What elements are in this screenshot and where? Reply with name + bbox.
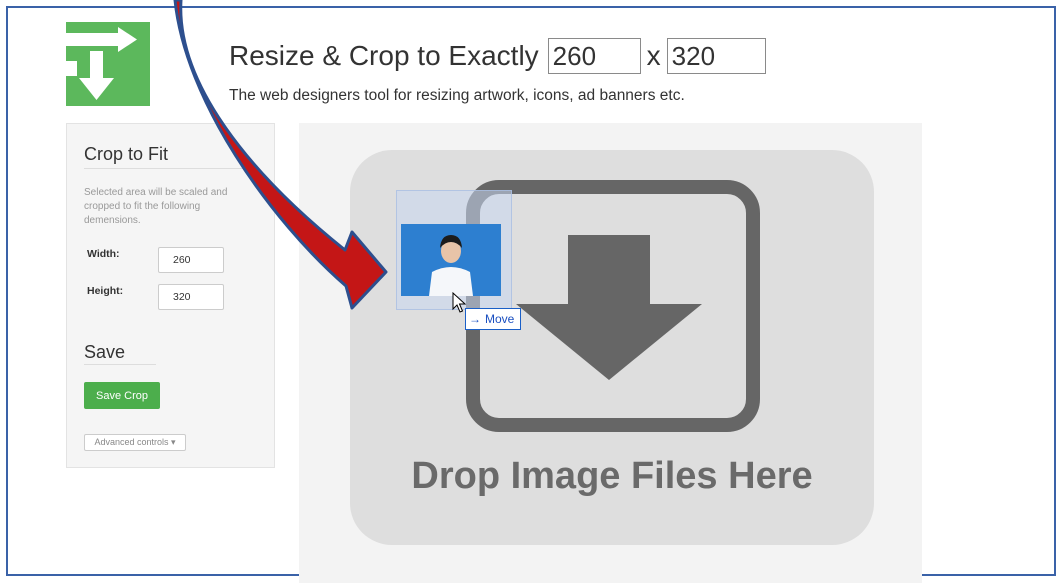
save-heading: Save	[84, 342, 126, 362]
page-subtitle: The web designers tool for resizing artw…	[229, 87, 685, 104]
arrow-right-icon: →	[469, 312, 481, 326]
move-drag-tooltip: → Move	[465, 308, 522, 330]
dimension-separator: x	[646, 40, 661, 71]
crop-to-fit-heading: Crop to Fit	[84, 144, 169, 164]
heading-divider	[84, 168, 256, 169]
dragged-photo-thumbnail	[401, 224, 501, 296]
settings-panel: Crop to Fit Selected area will be scaled…	[66, 123, 275, 468]
height-field[interactable]: 320	[158, 284, 224, 310]
save-crop-button[interactable]: Save Crop	[84, 382, 160, 409]
width-label: Width:	[87, 248, 120, 260]
page-title: Resize & Crop to Exactly	[229, 40, 539, 71]
save-divider	[84, 364, 156, 365]
logo-icon	[66, 22, 150, 106]
drop-zone-label: Drop Image Files Here	[411, 455, 813, 497]
width-input[interactable]: 260	[547, 38, 641, 74]
move-label-text: Move	[485, 312, 515, 326]
advanced-controls-button[interactable]: Advanced controls ▾	[84, 434, 186, 451]
crop-description: Selected area will be scaled and cropped…	[84, 187, 228, 226]
width-field[interactable]: 260	[158, 247, 224, 273]
height-label: Height:	[87, 285, 124, 297]
height-input[interactable]: 320	[666, 38, 766, 74]
title-row: Resize & Crop to Exactly 260 x 320	[229, 34, 766, 78]
